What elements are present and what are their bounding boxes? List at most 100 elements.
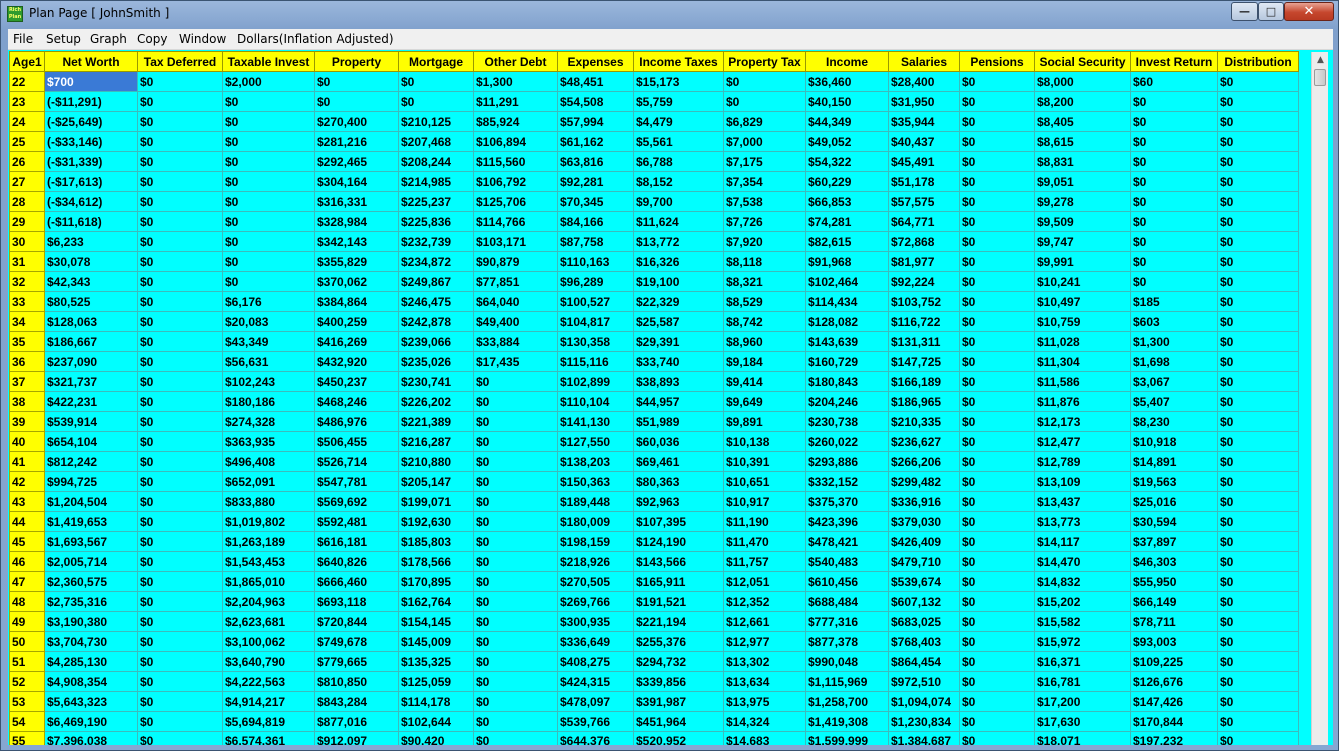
grid-cell[interactable]: $56,631	[222, 351, 315, 372]
grid-cell[interactable]: $12,477	[1034, 431, 1131, 452]
grid-cell[interactable]: $13,634	[723, 671, 806, 692]
grid-cell[interactable]: $0	[222, 111, 315, 132]
grid-cell[interactable]: $208,244	[398, 151, 474, 172]
age-cell[interactable]: 47	[9, 571, 45, 592]
grid-cell[interactable]: $63,816	[557, 151, 634, 172]
grid-cell[interactable]: $114,178	[398, 691, 474, 712]
grid-cell[interactable]: $540,483	[805, 551, 889, 572]
grid-cell[interactable]: $0	[1217, 651, 1299, 672]
grid-cell[interactable]: $422,231	[44, 391, 138, 412]
grid-cell[interactable]: $0	[959, 531, 1035, 552]
grid-cell[interactable]: $60,229	[805, 171, 889, 192]
grid-cell[interactable]: $14,324	[723, 711, 806, 732]
grid-cell[interactable]: $270,400	[314, 111, 399, 132]
grid-cell[interactable]: $8,615	[1034, 131, 1131, 152]
grid-cell[interactable]: $321,737	[44, 371, 138, 392]
title-bar[interactable]: Rich Plan Plan Page [ JohnSmith ] — □ ✕	[1, 1, 1339, 29]
grid-cell[interactable]: $14,832	[1034, 571, 1131, 592]
grid-cell[interactable]: $125,706	[473, 191, 558, 212]
grid-cell[interactable]: $400,259	[314, 311, 399, 332]
grid-cell[interactable]: $0	[137, 171, 223, 192]
grid-cell[interactable]: $191,521	[633, 591, 724, 612]
grid-cell[interactable]: $13,975	[723, 691, 806, 712]
grid-cell[interactable]: $1,300	[473, 71, 558, 92]
grid-cell[interactable]: $486,976	[314, 411, 399, 432]
grid-cell[interactable]: $57,994	[557, 111, 634, 132]
scroll-up-arrow-icon[interactable]: ▲	[1312, 52, 1329, 69]
grid-cell[interactable]: $210,335	[888, 411, 960, 432]
grid-cell[interactable]: $198,159	[557, 531, 634, 552]
grid-cell[interactable]: $654,104	[44, 431, 138, 452]
grid-cell[interactable]: $110,104	[557, 391, 634, 412]
grid-cell[interactable]: $1,693,567	[44, 531, 138, 552]
grid-cell[interactable]: $1,543,453	[222, 551, 315, 572]
grid-cell[interactable]: $11,624	[633, 211, 724, 232]
grid-cell[interactable]: $16,781	[1034, 671, 1131, 692]
grid-cell[interactable]: $12,789	[1034, 451, 1131, 472]
grid-cell[interactable]: $0	[473, 591, 558, 612]
grid-cell[interactable]: $0	[959, 411, 1035, 432]
grid-cell[interactable]: $11,586	[1034, 371, 1131, 392]
grid-cell[interactable]: $0	[473, 691, 558, 712]
grid-cell[interactable]: $0	[473, 471, 558, 492]
grid-cell[interactable]: $1,300	[1130, 331, 1218, 352]
grid-cell[interactable]: $0	[1217, 271, 1299, 292]
grid-cell[interactable]: $69,461	[633, 451, 724, 472]
column-header[interactable]: Distribution	[1217, 51, 1299, 72]
grid-cell[interactable]: $3,640,790	[222, 651, 315, 672]
column-header[interactable]: Other Debt	[473, 51, 558, 72]
grid-cell[interactable]: $768,403	[888, 631, 960, 652]
grid-cell[interactable]: $0	[959, 311, 1035, 332]
grid-cell[interactable]: $812,242	[44, 451, 138, 472]
grid-cell[interactable]: $328,984	[314, 211, 399, 232]
grid-cell[interactable]: $19,100	[633, 271, 724, 292]
grid-cell[interactable]: $0	[959, 691, 1035, 712]
age-cell[interactable]: 41	[9, 451, 45, 472]
grid-cell[interactable]: $11,190	[723, 511, 806, 532]
grid-cell[interactable]: $0	[137, 711, 223, 732]
grid-cell[interactable]: $0	[1217, 91, 1299, 112]
grid-cell[interactable]: $49,052	[805, 131, 889, 152]
grid-cell[interactable]: $166,189	[888, 371, 960, 392]
grid-cell[interactable]: $274,328	[222, 411, 315, 432]
grid-cell[interactable]: $0	[959, 251, 1035, 272]
grid-cell[interactable]: $180,186	[222, 391, 315, 412]
menu-file[interactable]: File	[13, 32, 33, 46]
grid-cell[interactable]: $0	[473, 531, 558, 552]
grid-cell[interactable]: $225,237	[398, 191, 474, 212]
grid-cell[interactable]: $44,957	[633, 391, 724, 412]
grid-cell[interactable]: $8,152	[633, 171, 724, 192]
grid-cell[interactable]: $10,917	[723, 491, 806, 512]
grid-cell[interactable]: $547,781	[314, 471, 399, 492]
column-header[interactable]: Income	[805, 51, 889, 72]
grid-cell[interactable]: $294,732	[633, 651, 724, 672]
grid-cell[interactable]: $0	[959, 91, 1035, 112]
grid-cell[interactable]: $226,202	[398, 391, 474, 412]
grid-cell[interactable]: $281,216	[314, 131, 399, 152]
grid-cell[interactable]: $126,676	[1130, 671, 1218, 692]
grid-cell[interactable]: $569,692	[314, 491, 399, 512]
grid-cell[interactable]: $2,735,316	[44, 591, 138, 612]
grid-cell[interactable]: $10,651	[723, 471, 806, 492]
grid-cell[interactable]: $6,233	[44, 231, 138, 252]
grid-cell[interactable]: $1,263,189	[222, 531, 315, 552]
age-cell[interactable]: 37	[9, 371, 45, 392]
grid-cell[interactable]: $135,325	[398, 651, 474, 672]
grid-cell[interactable]: $0	[473, 451, 558, 472]
grid-cell[interactable]: $55,950	[1130, 571, 1218, 592]
grid-cell[interactable]: $11,028	[1034, 331, 1131, 352]
grid-cell[interactable]: $102,464	[805, 271, 889, 292]
grid-cell[interactable]: $0	[137, 411, 223, 432]
age-cell[interactable]: 55	[9, 731, 45, 745]
grid-cell[interactable]: $22,329	[633, 291, 724, 312]
grid-cell[interactable]: $316,331	[314, 191, 399, 212]
grid-cell[interactable]: $0	[1217, 611, 1299, 632]
grid-cell[interactable]: $0	[1217, 111, 1299, 132]
grid-cell[interactable]: $10,138	[723, 431, 806, 452]
grid-cell[interactable]: $526,714	[314, 451, 399, 472]
grid-cell[interactable]: $1,698	[1130, 351, 1218, 372]
grid-cell[interactable]: $162,764	[398, 591, 474, 612]
column-header[interactable]: Income Taxes	[633, 51, 724, 72]
grid-cell[interactable]: $0	[959, 491, 1035, 512]
grid-cell[interactable]: $0	[473, 651, 558, 672]
